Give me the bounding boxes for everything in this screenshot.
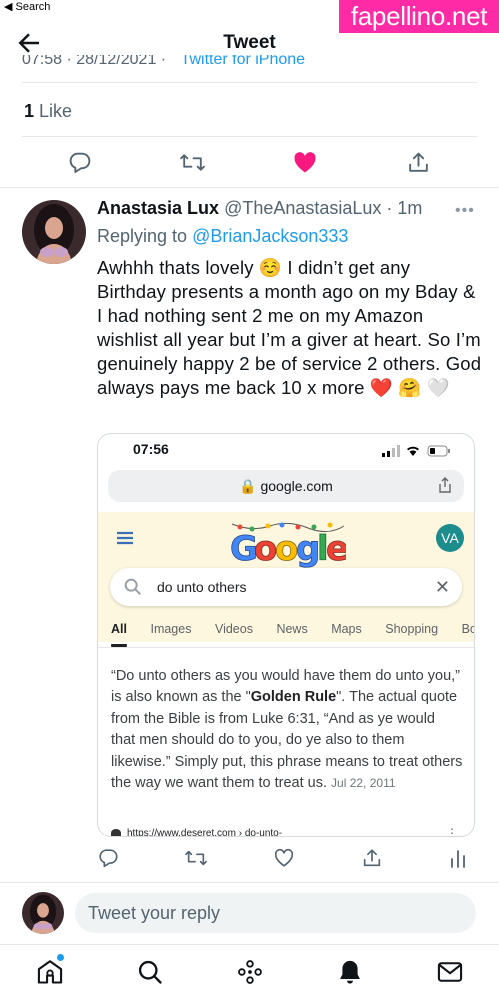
tweet-meta: 07:58 · 28/12/2021 · Twitter for iPhone (22, 55, 305, 67)
tab-videos[interactable]: Videos (215, 622, 253, 636)
divider (22, 82, 477, 83)
reply-input[interactable]: Tweet your reply (75, 893, 476, 933)
tab-images[interactable]: Images (150, 622, 191, 636)
tweet-timestamp: 07:58 · 28/12/2021 · (22, 55, 167, 67)
result-more-icon[interactable]: ⋮ (446, 826, 458, 836)
divider (22, 136, 477, 137)
search-icon (122, 576, 144, 601)
tweet-text: Awhhh thats lovely ☺️ I didn’t get any B… (97, 257, 482, 398)
page-title: Tweet (223, 32, 276, 53)
likes-label: Like (39, 101, 73, 121)
svg-text:o: o (275, 529, 298, 568)
browser-url: 🔒 google.com (239, 478, 333, 494)
tab-all[interactable]: All (111, 622, 127, 636)
avatar[interactable] (22, 200, 86, 264)
likes-count: 1 (24, 101, 35, 121)
more-options-icon[interactable]: ••• (455, 202, 475, 220)
google-search-box[interactable]: do unto others ✕ (110, 568, 462, 606)
divider (0, 882, 499, 883)
featured-snippet: “Do unto others as you would have them d… (111, 666, 463, 794)
share-icon[interactable] (403, 147, 433, 177)
notifications-bell-icon[interactable] (333, 955, 367, 989)
divider (0, 944, 499, 945)
search-query: do unto others (157, 579, 247, 595)
reply-icon[interactable] (64, 147, 94, 177)
google-doodle-logo[interactable]: G o o g l e (230, 516, 349, 573)
likes-count-row[interactable]: 1 Like (24, 101, 72, 122)
share-icon[interactable] (357, 843, 387, 873)
replying-to-handle-link[interactable]: @BrianJackson333 (192, 226, 348, 246)
tweet-relative-time: · 1m (381, 198, 423, 218)
clear-search-icon[interactable]: ✕ (435, 577, 450, 598)
avatar[interactable] (22, 892, 64, 934)
replying-to-label: Replying to (97, 226, 193, 246)
tab-shopping[interactable]: Shopping (385, 622, 438, 636)
like-heart-icon[interactable] (290, 147, 320, 177)
result-cite-url: https://www.deseret.com › do-unto- (127, 828, 283, 837)
explore-search-icon[interactable] (133, 955, 167, 989)
author-name[interactable]: Anastasia Lux (97, 198, 219, 218)
retweet-icon[interactable] (177, 147, 207, 177)
browser-share-icon[interactable] (438, 477, 452, 496)
snippet-date: Jul 22, 2011 (331, 776, 396, 791)
phone-status-icons (382, 444, 452, 463)
svg-text:o: o (254, 529, 277, 568)
messages-envelope-icon[interactable] (433, 955, 467, 989)
reply-icon[interactable] (93, 843, 123, 873)
phone-status-time: 07:56 (133, 441, 169, 457)
browser-address-bar[interactable]: 🔒 google.com (108, 470, 464, 502)
home-notification-dot (57, 954, 64, 961)
site-favicon-icon (111, 829, 121, 836)
result-cite-link[interactable]: https://www.deseret.com › do-unto- (111, 828, 283, 837)
author-handle[interactable]: @TheAnastasiaLux (224, 198, 381, 218)
menu-icon[interactable] (115, 530, 135, 551)
like-icon[interactable] (269, 843, 299, 873)
replying-to-line: Replying to @BrianJackson333 (97, 226, 348, 247)
tab-books[interactable]: Boo (462, 622, 474, 636)
snippet-bold-phrase: Golden Rule (250, 689, 337, 706)
svg-text:e: e (326, 529, 346, 568)
tab-news[interactable]: News (276, 622, 307, 636)
tweet-author-line: Anastasia Lux @TheAnastasiaLux · 1m (97, 198, 422, 219)
divider (0, 187, 499, 188)
retweet-icon[interactable] (181, 843, 211, 873)
tab-maps[interactable]: Maps (331, 622, 362, 636)
attached-image[interactable]: 07:56 🔒 google.com G o o g l VA do unto … (97, 433, 475, 837)
google-search-tabs: All Images Videos News Maps Shopping Boo (111, 622, 474, 636)
analytics-icon[interactable] (443, 843, 473, 873)
spaces-icon[interactable] (233, 955, 267, 989)
divider (98, 647, 474, 648)
status-back-to-search[interactable]: ◀ Search (4, 0, 50, 13)
tweet-source-link[interactable]: Twitter for iPhone (181, 55, 306, 67)
google-account-avatar[interactable]: VA (436, 524, 464, 552)
